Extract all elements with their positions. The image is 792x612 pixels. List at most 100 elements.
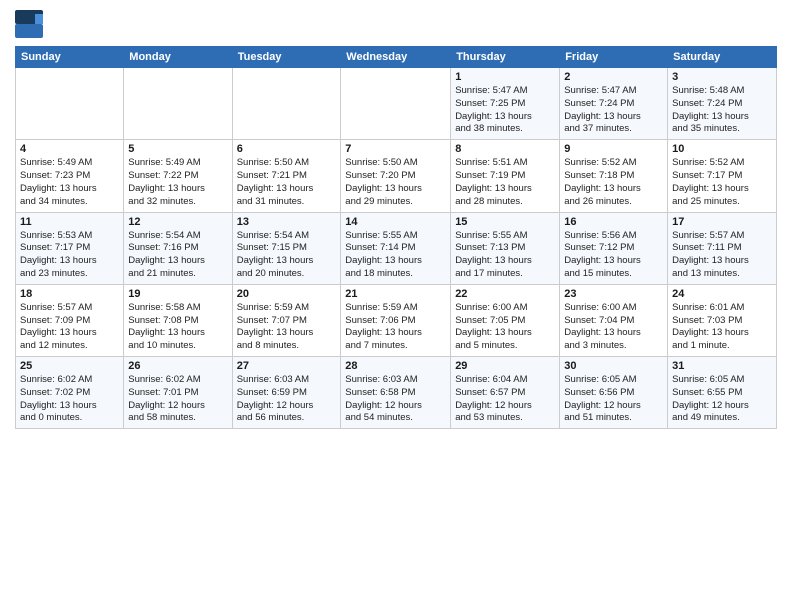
day-info: Sunrise: 5:49 AM Sunset: 7:23 PM Dayligh… xyxy=(20,157,119,208)
day-info: Sunrise: 6:02 AM Sunset: 7:01 PM Dayligh… xyxy=(128,374,227,425)
day-number: 1 xyxy=(455,71,555,83)
calendar-cell: 21Sunrise: 5:59 AM Sunset: 7:06 PM Dayli… xyxy=(341,284,451,356)
day-number: 27 xyxy=(237,360,337,372)
day-info: Sunrise: 5:52 AM Sunset: 7:18 PM Dayligh… xyxy=(564,157,663,208)
day-number: 24 xyxy=(672,288,772,300)
day-number: 8 xyxy=(455,143,555,155)
day-info: Sunrise: 5:54 AM Sunset: 7:16 PM Dayligh… xyxy=(128,230,227,281)
calendar-cell: 2 Sunrise: 5:47 AM Sunset: 7:24 PM Daylig… xyxy=(560,68,668,140)
day-info: Sunrise: 5:50 AM Sunset: 7:21 PM Dayligh… xyxy=(237,157,337,208)
calendar-week-row: 18 Sunrise: 5:57 AM Sunset: 7:09 PM Dayli… xyxy=(16,284,777,356)
weekday-header: Wednesday xyxy=(341,47,451,68)
day-number: 14 xyxy=(345,216,446,228)
day-number: 6 xyxy=(237,143,337,155)
calendar-week-row: 25Sunrise: 6:02 AM Sunset: 7:02 PM Dayli… xyxy=(16,357,777,429)
calendar-cell: 3 Sunrise: 5:48 AM Sunset: 7:24 PM Daylig… xyxy=(668,68,777,140)
day-info: Sunrise: 6:03 AM Sunset: 6:58 PM Dayligh… xyxy=(345,374,446,425)
calendar-cell: 7 Sunrise: 5:50 AM Sunset: 7:20 PM Daylig… xyxy=(341,140,451,212)
calendar-cell: 15Sunrise: 5:55 AM Sunset: 7:13 PM Dayli… xyxy=(451,212,560,284)
day-info: Sunrise: 6:05 AM Sunset: 6:56 PM Dayligh… xyxy=(564,374,663,425)
calendar-cell: 17 Sunrise: 5:57 AM Sunset: 7:11 PM Dayli… xyxy=(668,212,777,284)
day-info: Sunrise: 6:00 AM Sunset: 7:04 PM Dayligh… xyxy=(564,302,663,353)
logo xyxy=(15,10,45,38)
calendar-cell: 16 Sunrise: 5:56 AM Sunset: 7:12 PM Dayli… xyxy=(560,212,668,284)
weekday-header-row: SundayMondayTuesdayWednesdayThursdayFrid… xyxy=(16,47,777,68)
calendar-cell: 11 Sunrise: 5:53 AM Sunset: 7:17 PM Dayli… xyxy=(16,212,124,284)
day-info: Sunrise: 6:01 AM Sunset: 7:03 PM Dayligh… xyxy=(672,302,772,353)
day-number: 20 xyxy=(237,288,337,300)
calendar-cell: 25Sunrise: 6:02 AM Sunset: 7:02 PM Dayli… xyxy=(16,357,124,429)
calendar-cell: 27 Sunrise: 6:03 AM Sunset: 6:59 PM Dayli… xyxy=(232,357,341,429)
day-info: Sunrise: 6:03 AM Sunset: 6:59 PM Dayligh… xyxy=(237,374,337,425)
day-info: Sunrise: 5:57 AM Sunset: 7:09 PM Dayligh… xyxy=(20,302,119,353)
calendar-cell: 4 Sunrise: 5:49 AM Sunset: 7:23 PM Daylig… xyxy=(16,140,124,212)
day-info: Sunrise: 5:47 AM Sunset: 7:24 PM Dayligh… xyxy=(564,85,663,136)
day-number: 9 xyxy=(564,143,663,155)
day-info: Sunrise: 5:58 AM Sunset: 7:08 PM Dayligh… xyxy=(128,302,227,353)
calendar-cell xyxy=(341,68,451,140)
day-info: Sunrise: 5:59 AM Sunset: 7:07 PM Dayligh… xyxy=(237,302,337,353)
day-number: 4 xyxy=(20,143,119,155)
weekday-header: Saturday xyxy=(668,47,777,68)
calendar-cell: 18 Sunrise: 5:57 AM Sunset: 7:09 PM Dayli… xyxy=(16,284,124,356)
calendar-table: SundayMondayTuesdayWednesdayThursdayFrid… xyxy=(15,46,777,429)
logo-icon xyxy=(15,10,43,38)
day-number: 13 xyxy=(237,216,337,228)
day-info: Sunrise: 5:53 AM Sunset: 7:17 PM Dayligh… xyxy=(20,230,119,281)
calendar-cell: 1 Sunrise: 5:47 AM Sunset: 7:25 PM Daylig… xyxy=(451,68,560,140)
day-number: 7 xyxy=(345,143,446,155)
day-info: Sunrise: 5:57 AM Sunset: 7:11 PM Dayligh… xyxy=(672,230,772,281)
calendar-cell: 29 Sunrise: 6:04 AM Sunset: 6:57 PM Dayli… xyxy=(451,357,560,429)
calendar-cell: 12 Sunrise: 5:54 AM Sunset: 7:16 PM Dayli… xyxy=(124,212,232,284)
calendar-cell: 23 Sunrise: 6:00 AM Sunset: 7:04 PM Dayli… xyxy=(560,284,668,356)
day-number: 18 xyxy=(20,288,119,300)
calendar-cell: 5 Sunrise: 5:49 AM Sunset: 7:22 PM Daylig… xyxy=(124,140,232,212)
calendar-cell: 6 Sunrise: 5:50 AM Sunset: 7:21 PM Daylig… xyxy=(232,140,341,212)
day-number: 16 xyxy=(564,216,663,228)
day-number: 10 xyxy=(672,143,772,155)
day-number: 17 xyxy=(672,216,772,228)
calendar-cell: 28 Sunrise: 6:03 AM Sunset: 6:58 PM Dayli… xyxy=(341,357,451,429)
day-number: 28 xyxy=(345,360,446,372)
day-number: 23 xyxy=(564,288,663,300)
day-info: Sunrise: 6:05 AM Sunset: 6:55 PM Dayligh… xyxy=(672,374,772,425)
calendar-cell xyxy=(124,68,232,140)
calendar-cell: 19 Sunrise: 5:58 AM Sunset: 7:08 PM Dayli… xyxy=(124,284,232,356)
day-number: 21 xyxy=(345,288,446,300)
calendar-week-row: 1 Sunrise: 5:47 AM Sunset: 7:25 PM Daylig… xyxy=(16,68,777,140)
day-info: Sunrise: 5:49 AM Sunset: 7:22 PM Dayligh… xyxy=(128,157,227,208)
calendar-cell: 24 Sunrise: 6:01 AM Sunset: 7:03 PM Dayli… xyxy=(668,284,777,356)
calendar-week-row: 4 Sunrise: 5:49 AM Sunset: 7:23 PM Daylig… xyxy=(16,140,777,212)
calendar-cell: 13 Sunrise: 5:54 AM Sunset: 7:15 PM Dayli… xyxy=(232,212,341,284)
header xyxy=(15,10,777,38)
calendar-cell: 30 Sunrise: 6:05 AM Sunset: 6:56 PM Dayli… xyxy=(560,357,668,429)
day-number: 31 xyxy=(672,360,772,372)
day-number: 3 xyxy=(672,71,772,83)
day-number: 11 xyxy=(20,216,119,228)
day-number: 29 xyxy=(455,360,555,372)
calendar-cell: 20 Sunrise: 5:59 AM Sunset: 7:07 PM Dayli… xyxy=(232,284,341,356)
day-info: Sunrise: 5:47 AM Sunset: 7:25 PM Dayligh… xyxy=(455,85,555,136)
day-number: 30 xyxy=(564,360,663,372)
day-info: Sunrise: 6:00 AM Sunset: 7:05 PM Dayligh… xyxy=(455,302,555,353)
day-info: Sunrise: 5:48 AM Sunset: 7:24 PM Dayligh… xyxy=(672,85,772,136)
page-container: SundayMondayTuesdayWednesdayThursdayFrid… xyxy=(0,0,792,439)
calendar-cell: 14 Sunrise: 5:55 AM Sunset: 7:14 PM Dayli… xyxy=(341,212,451,284)
day-number: 5 xyxy=(128,143,227,155)
day-number: 15 xyxy=(455,216,555,228)
weekday-header: Monday xyxy=(124,47,232,68)
day-info: Sunrise: 6:04 AM Sunset: 6:57 PM Dayligh… xyxy=(455,374,555,425)
day-number: 12 xyxy=(128,216,227,228)
calendar-cell: 10Sunrise: 5:52 AM Sunset: 7:17 PM Dayli… xyxy=(668,140,777,212)
day-number: 25 xyxy=(20,360,119,372)
calendar-cell: 31 Sunrise: 6:05 AM Sunset: 6:55 PM Dayli… xyxy=(668,357,777,429)
calendar-cell: 22Sunrise: 6:00 AM Sunset: 7:05 PM Dayli… xyxy=(451,284,560,356)
day-info: Sunrise: 5:54 AM Sunset: 7:15 PM Dayligh… xyxy=(237,230,337,281)
calendar-cell xyxy=(232,68,341,140)
day-info: Sunrise: 5:56 AM Sunset: 7:12 PM Dayligh… xyxy=(564,230,663,281)
day-number: 19 xyxy=(128,288,227,300)
day-info: Sunrise: 5:55 AM Sunset: 7:14 PM Dayligh… xyxy=(345,230,446,281)
calendar-cell: 8Sunrise: 5:51 AM Sunset: 7:19 PM Daylig… xyxy=(451,140,560,212)
day-info: Sunrise: 5:50 AM Sunset: 7:20 PM Dayligh… xyxy=(345,157,446,208)
day-number: 2 xyxy=(564,71,663,83)
